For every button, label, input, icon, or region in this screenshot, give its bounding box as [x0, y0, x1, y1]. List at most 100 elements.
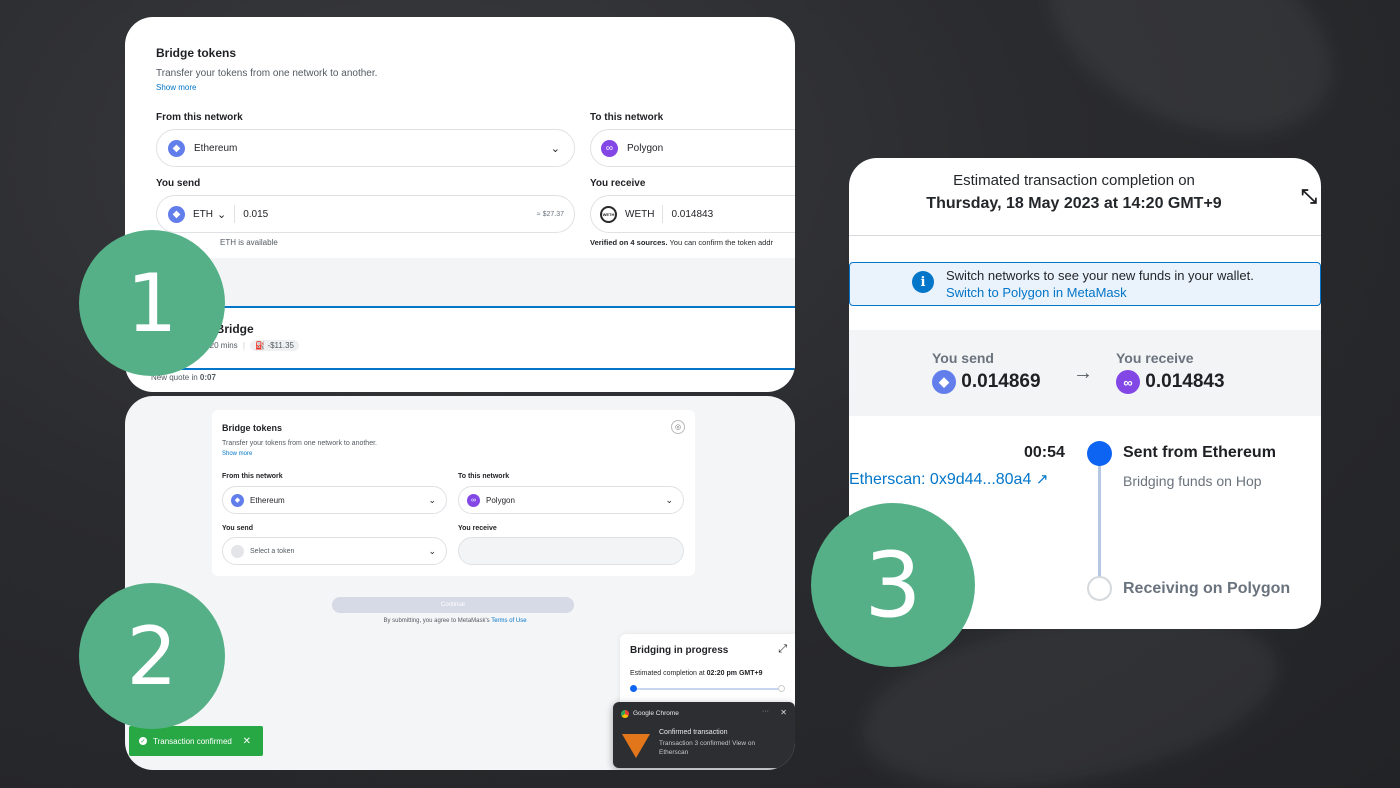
from-network-value: Ethereum — [250, 495, 285, 505]
new-quote-time: 0:07 — [199, 373, 216, 382]
you-receive-label: You receive — [458, 525, 497, 532]
page-subtitle: Transfer your tokens from one network to… — [156, 68, 378, 79]
settings-icon[interactable]: ◎ — [671, 420, 685, 434]
toast-text: Transaction confirmed — [153, 736, 232, 746]
chevron-down-icon: ⌄ — [428, 545, 436, 556]
from-network-value: Ethereum — [194, 142, 238, 154]
collapse-icon[interactable]: ⤡ — [1301, 186, 1317, 209]
continue-button[interactable]: Continue — [332, 597, 574, 613]
you-send-label: You send — [156, 178, 201, 189]
step1-subtitle: Bridging funds on Hop — [1123, 473, 1262, 489]
to-network-select[interactable]: ∞ Polygon ⌄ — [458, 486, 684, 514]
balance-available: ETH is available — [220, 238, 278, 247]
token-select[interactable]: Select a token ⌄ — [222, 537, 447, 565]
to-network-label: To this network — [458, 473, 510, 480]
progress-end-dot — [778, 685, 785, 692]
bridge-progress-panel: Bridge tokens ◎ Transfer your tokens fro… — [125, 396, 795, 770]
bridging-progress-card[interactable]: Bridging in progress ⤢ Estimated complet… — [620, 634, 795, 712]
more-icon[interactable]: ··· — [762, 708, 769, 715]
step-badge-3: 3 — [811, 503, 975, 667]
notification-app: Google Chrome — [633, 710, 679, 717]
to-network-select[interactable]: ∞ Polygon — [590, 129, 795, 167]
from-network-label: From this network — [222, 473, 283, 480]
divider — [849, 235, 1321, 236]
close-icon[interactable]: ✕ — [243, 736, 251, 747]
progress-eta-prefix: Estimated completion at — [630, 670, 707, 677]
token-select-placeholder: Select a token — [250, 547, 295, 555]
receive-amount: 0.014843 — [1145, 371, 1225, 393]
chrome-notification[interactable]: Google Chrome ··· ✕ Confirmed transactio… — [613, 702, 795, 768]
to-network-label: To this network — [590, 112, 664, 123]
switch-network-banner: i Switch networks to see your new funds … — [849, 262, 1321, 306]
divider — [234, 205, 236, 223]
quote-card[interactable]: p Bridge -20 mins | ⛽ -$11.35 — [125, 306, 795, 370]
polygon-icon: ∞ — [467, 493, 480, 507]
progress-eta-time: 02:20 pm GMT+9 — [706, 670, 763, 677]
step-badge-1: 1 — [79, 230, 225, 376]
timeline-line — [1098, 458, 1101, 584]
show-more-link[interactable]: Show more — [222, 451, 252, 457]
separator: | — [242, 341, 245, 350]
polygon-icon: ∞ — [1116, 370, 1140, 394]
from-network-label: From this network — [156, 112, 243, 123]
gas-icon: ⛽ — [255, 341, 266, 350]
chevron-down-icon: ⌄ — [217, 208, 227, 221]
ethereum-icon: ◆ — [168, 139, 185, 157]
step2-title: Receiving on Polygon — [1123, 580, 1291, 597]
send-amount-field[interactable]: ◆ ETH ⌄ 0.015 ≈ $27.37 — [156, 195, 575, 233]
switch-network-link[interactable]: Switch to Polygon in MetaMask — [946, 285, 1127, 300]
receive-amount: 0.014843 — [671, 208, 714, 220]
timeline-step-active — [1087, 441, 1112, 466]
chrome-icon — [621, 710, 629, 718]
send-amount-input[interactable]: 0.015 — [243, 209, 268, 220]
success-toast: ✓ Transaction confirmed ✕ — [129, 726, 263, 756]
check-icon: ✓ — [139, 737, 147, 745]
receive-amount-field: WETH WETH 0.014843 — [590, 195, 795, 233]
weth-icon: WETH — [600, 205, 617, 223]
quote-area — [125, 258, 795, 310]
page-subtitle: Transfer your tokens from one network to… — [222, 440, 377, 447]
progress-title: Bridging in progress — [630, 645, 729, 656]
receive-amount-row: ∞ 0.014843 — [1116, 370, 1225, 394]
receive-amount-field — [458, 537, 684, 565]
page-title: Bridge tokens — [156, 46, 237, 60]
arrow-right-icon: → — [1073, 362, 1093, 384]
send-amount-row: ◆ 0.014869 — [932, 370, 1041, 394]
show-more-link[interactable]: Show more — [156, 83, 196, 92]
chevron-down-icon: ⌄ — [665, 494, 673, 505]
send-token-select[interactable]: ETH — [193, 209, 213, 220]
bridge-form-panel: Bridge tokens Transfer your tokens from … — [125, 17, 795, 392]
eta-date: Thursday, 18 May 2023 at 14:20 GMT+9 — [926, 195, 1222, 212]
from-network-select[interactable]: ◆ Ethereum ⌄ — [222, 486, 447, 514]
terms-note: By submitting, you agree to MetaMask's T… — [335, 618, 575, 624]
terms-link[interactable]: Terms of Use — [491, 618, 526, 624]
elapsed-timer: 00:54 — [1024, 444, 1065, 461]
background-streak — [1016, 0, 1364, 175]
external-link-icon: ↗ — [1035, 471, 1049, 488]
divider — [662, 205, 664, 223]
notification-body: Transaction 3 confirmed! View on Ethersc… — [659, 740, 756, 756]
notification-title: Confirmed transaction — [659, 729, 728, 736]
to-network-value: Polygon — [486, 495, 515, 505]
expand-icon[interactable]: ⤢ — [778, 643, 787, 656]
you-receive-label: You receive — [590, 178, 646, 189]
banner-text: Switch networks to see your new funds in… — [946, 268, 1254, 283]
quote-meta: -20 mins | ⛽ -$11.35 — [207, 340, 299, 351]
from-network-select[interactable]: ◆ Ethereum ⌄ — [156, 129, 575, 167]
etherscan-link-text: Etherscan: 0x9d44...80a4 — [849, 471, 1032, 488]
progress-track — [633, 688, 783, 690]
polygon-icon: ∞ — [601, 139, 618, 157]
verified-text: You can confirm the token addr — [667, 238, 774, 247]
verified-note: Verified on 4 sources. You can confirm t… — [590, 238, 773, 247]
timeline-step-pending — [1087, 576, 1112, 601]
send-amount: 0.014869 — [961, 371, 1041, 393]
page-title: Bridge tokens — [222, 423, 283, 433]
close-icon[interactable]: ✕ — [780, 708, 787, 717]
metamask-fox-icon — [621, 730, 651, 760]
quote-fee: -$11.35 — [267, 341, 294, 350]
ethereum-icon: ◆ — [231, 493, 244, 507]
step-badge-2: 2 — [79, 583, 225, 729]
etherscan-link[interactable]: Etherscan: 0x9d44...80a4 ↗ — [849, 470, 1048, 489]
receive-token: WETH — [625, 208, 655, 220]
gas-fee-chip: ⛽ -$11.35 — [250, 340, 299, 351]
